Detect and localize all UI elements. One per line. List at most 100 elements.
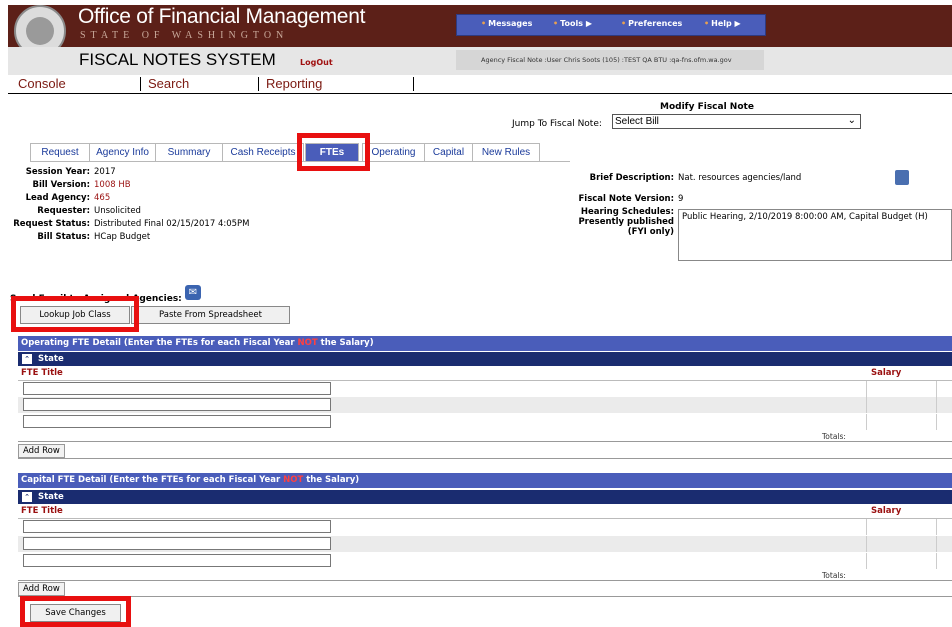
highlight-box-ftes-tab bbox=[297, 133, 370, 171]
request-status-value: Distributed Final 02/15/2017 4:05PM bbox=[94, 219, 250, 229]
divider bbox=[18, 580, 952, 581]
totals-label: Totals: bbox=[822, 571, 846, 580]
table-row bbox=[18, 397, 952, 413]
arrow-right-icon: ▶ bbox=[585, 19, 592, 28]
salary-cell[interactable] bbox=[866, 381, 936, 397]
year-cell[interactable] bbox=[936, 397, 952, 413]
lead-agency-value[interactable]: 465 bbox=[94, 193, 110, 203]
bill-version-value[interactable]: 1008 HB bbox=[94, 180, 131, 190]
tab-capital[interactable]: Capital bbox=[424, 143, 473, 161]
menu-divider bbox=[413, 77, 414, 91]
org-subtitle: STATE OF WASHINGTON bbox=[80, 30, 289, 41]
nav-messages[interactable]: • Messages bbox=[481, 19, 532, 28]
requester-label: Requester: bbox=[37, 206, 90, 216]
page-title: Modify Fiscal Note bbox=[660, 102, 754, 112]
add-row-button[interactable]: Add Row bbox=[18, 444, 65, 458]
fiscal-note-version-value: 9 bbox=[678, 194, 684, 204]
tab-agency-info[interactable]: Agency Info bbox=[89, 143, 156, 161]
tab-operating[interactable]: Operating bbox=[362, 143, 425, 161]
salary-cell[interactable] bbox=[866, 553, 936, 569]
tab-summary[interactable]: Summary bbox=[155, 143, 223, 161]
add-row-button[interactable]: Add Row bbox=[18, 582, 65, 596]
lead-agency-label: Lead Agency: bbox=[25, 193, 90, 203]
year-cell[interactable] bbox=[936, 519, 952, 535]
session-year-label: Session Year: bbox=[25, 167, 90, 177]
jump-label: Jump To Fiscal Note: bbox=[512, 119, 602, 129]
table-row bbox=[18, 519, 952, 535]
menu-search[interactable]: Search bbox=[148, 76, 189, 91]
document-icon[interactable] bbox=[895, 170, 909, 185]
bullet-icon: • bbox=[704, 19, 710, 28]
table-row bbox=[18, 414, 952, 430]
highlight-box-save bbox=[20, 596, 131, 627]
org-title: Office of Financial Management bbox=[78, 5, 366, 28]
nav-preferences[interactable]: • Preferences bbox=[621, 19, 682, 28]
paste-from-spreadsheet-button[interactable]: Paste From Spreadsheet bbox=[131, 306, 290, 324]
nav-help[interactable]: • Help ▶ bbox=[704, 19, 741, 28]
operating-state-row: ⌃ State bbox=[18, 352, 952, 366]
tab-new-rules[interactable]: New Rules bbox=[472, 143, 540, 161]
fiscal-note-version-label: Fiscal Note Version: bbox=[578, 194, 674, 204]
logout-link[interactable]: LogOut bbox=[300, 58, 333, 67]
capital-fte-header: Capital FTE Detail (Enter the FTEs for e… bbox=[18, 473, 952, 488]
fte-title-input[interactable] bbox=[23, 520, 331, 533]
bullet-icon: • bbox=[481, 19, 487, 28]
jump-select-value: Select Bill bbox=[615, 116, 659, 127]
operating-fte-header: Operating FTE Detail (Enter the FTEs for… bbox=[18, 336, 952, 351]
collapse-icon[interactable]: ⌃ bbox=[22, 492, 32, 502]
fte-title-input[interactable] bbox=[23, 415, 331, 428]
tab-request[interactable]: Request bbox=[30, 143, 90, 161]
salary-cell[interactable] bbox=[866, 397, 936, 413]
collapse-icon[interactable]: ⌃ bbox=[22, 354, 32, 364]
email-icon[interactable]: ✉ bbox=[185, 285, 201, 300]
capital-column-header: FTE Title Salary bbox=[21, 506, 902, 516]
table-row bbox=[18, 553, 952, 569]
bullet-icon: • bbox=[553, 19, 559, 28]
table-row bbox=[18, 381, 952, 397]
fte-title-input[interactable] bbox=[23, 382, 331, 395]
chevron-down-icon: ⌄ bbox=[847, 115, 856, 126]
divider bbox=[18, 458, 952, 459]
totals-label: Totals: bbox=[822, 432, 846, 441]
requester-value: Unsolicited bbox=[94, 206, 141, 216]
request-status-label: Request Status: bbox=[13, 219, 90, 229]
session-year-value: 2017 bbox=[94, 167, 116, 177]
menu-reporting[interactable]: Reporting bbox=[266, 76, 322, 91]
year-cell[interactable] bbox=[936, 536, 952, 552]
capital-state-row: ⌃ State bbox=[18, 490, 952, 504]
agency-user-info: Agency Fiscal Note :User Chris Soots (10… bbox=[456, 50, 764, 70]
salary-cell[interactable] bbox=[866, 536, 936, 552]
divider bbox=[18, 441, 952, 442]
divider bbox=[18, 596, 952, 597]
bill-version-label: Bill Version: bbox=[32, 180, 90, 190]
year-cell[interactable] bbox=[936, 553, 952, 569]
top-nav: • Messages • Tools ▶ • Preferences • Help ▶ bbox=[456, 14, 766, 36]
salary-cell[interactable] bbox=[866, 414, 936, 430]
bullet-icon: • bbox=[621, 19, 627, 28]
menu-divider bbox=[140, 77, 141, 91]
hearing-schedules-label: Hearing Schedules: bbox=[580, 207, 674, 217]
brief-description-label: Brief Description: bbox=[589, 173, 674, 183]
nav-tools[interactable]: • Tools ▶ bbox=[553, 19, 592, 28]
jump-to-fiscal-note-select[interactable]: Select Bill ⌄ bbox=[612, 114, 861, 129]
hearing-schedules-textarea[interactable]: Public Hearing, 2/10/2019 8:00:00 AM, Ca… bbox=[678, 209, 952, 261]
fte-title-input[interactable] bbox=[23, 537, 331, 550]
tab-cash-receipts[interactable]: Cash Receipts bbox=[222, 143, 304, 161]
salary-cell[interactable] bbox=[866, 519, 936, 535]
system-title: FISCAL NOTES SYSTEM bbox=[79, 50, 276, 69]
highlight-box-lookup bbox=[11, 296, 139, 332]
fyi-only-label: (FYI only) bbox=[627, 227, 674, 237]
operating-column-header: FTE Title Salary bbox=[21, 368, 902, 378]
year-cell[interactable] bbox=[936, 414, 952, 430]
bill-status-label: Bill Status: bbox=[37, 232, 90, 242]
menu-console[interactable]: Console bbox=[18, 76, 66, 91]
brief-description-value: Nat. resources agencies/land bbox=[678, 173, 802, 183]
table-row bbox=[18, 536, 952, 552]
presently-published-label: Presently published bbox=[578, 217, 674, 227]
menu-divider bbox=[258, 77, 259, 91]
fte-title-input[interactable] bbox=[23, 554, 331, 567]
bill-status-value: HCap Budget bbox=[94, 232, 151, 242]
fte-title-input[interactable] bbox=[23, 398, 331, 411]
arrow-right-icon: ▶ bbox=[734, 19, 741, 28]
year-cell[interactable] bbox=[936, 381, 952, 397]
